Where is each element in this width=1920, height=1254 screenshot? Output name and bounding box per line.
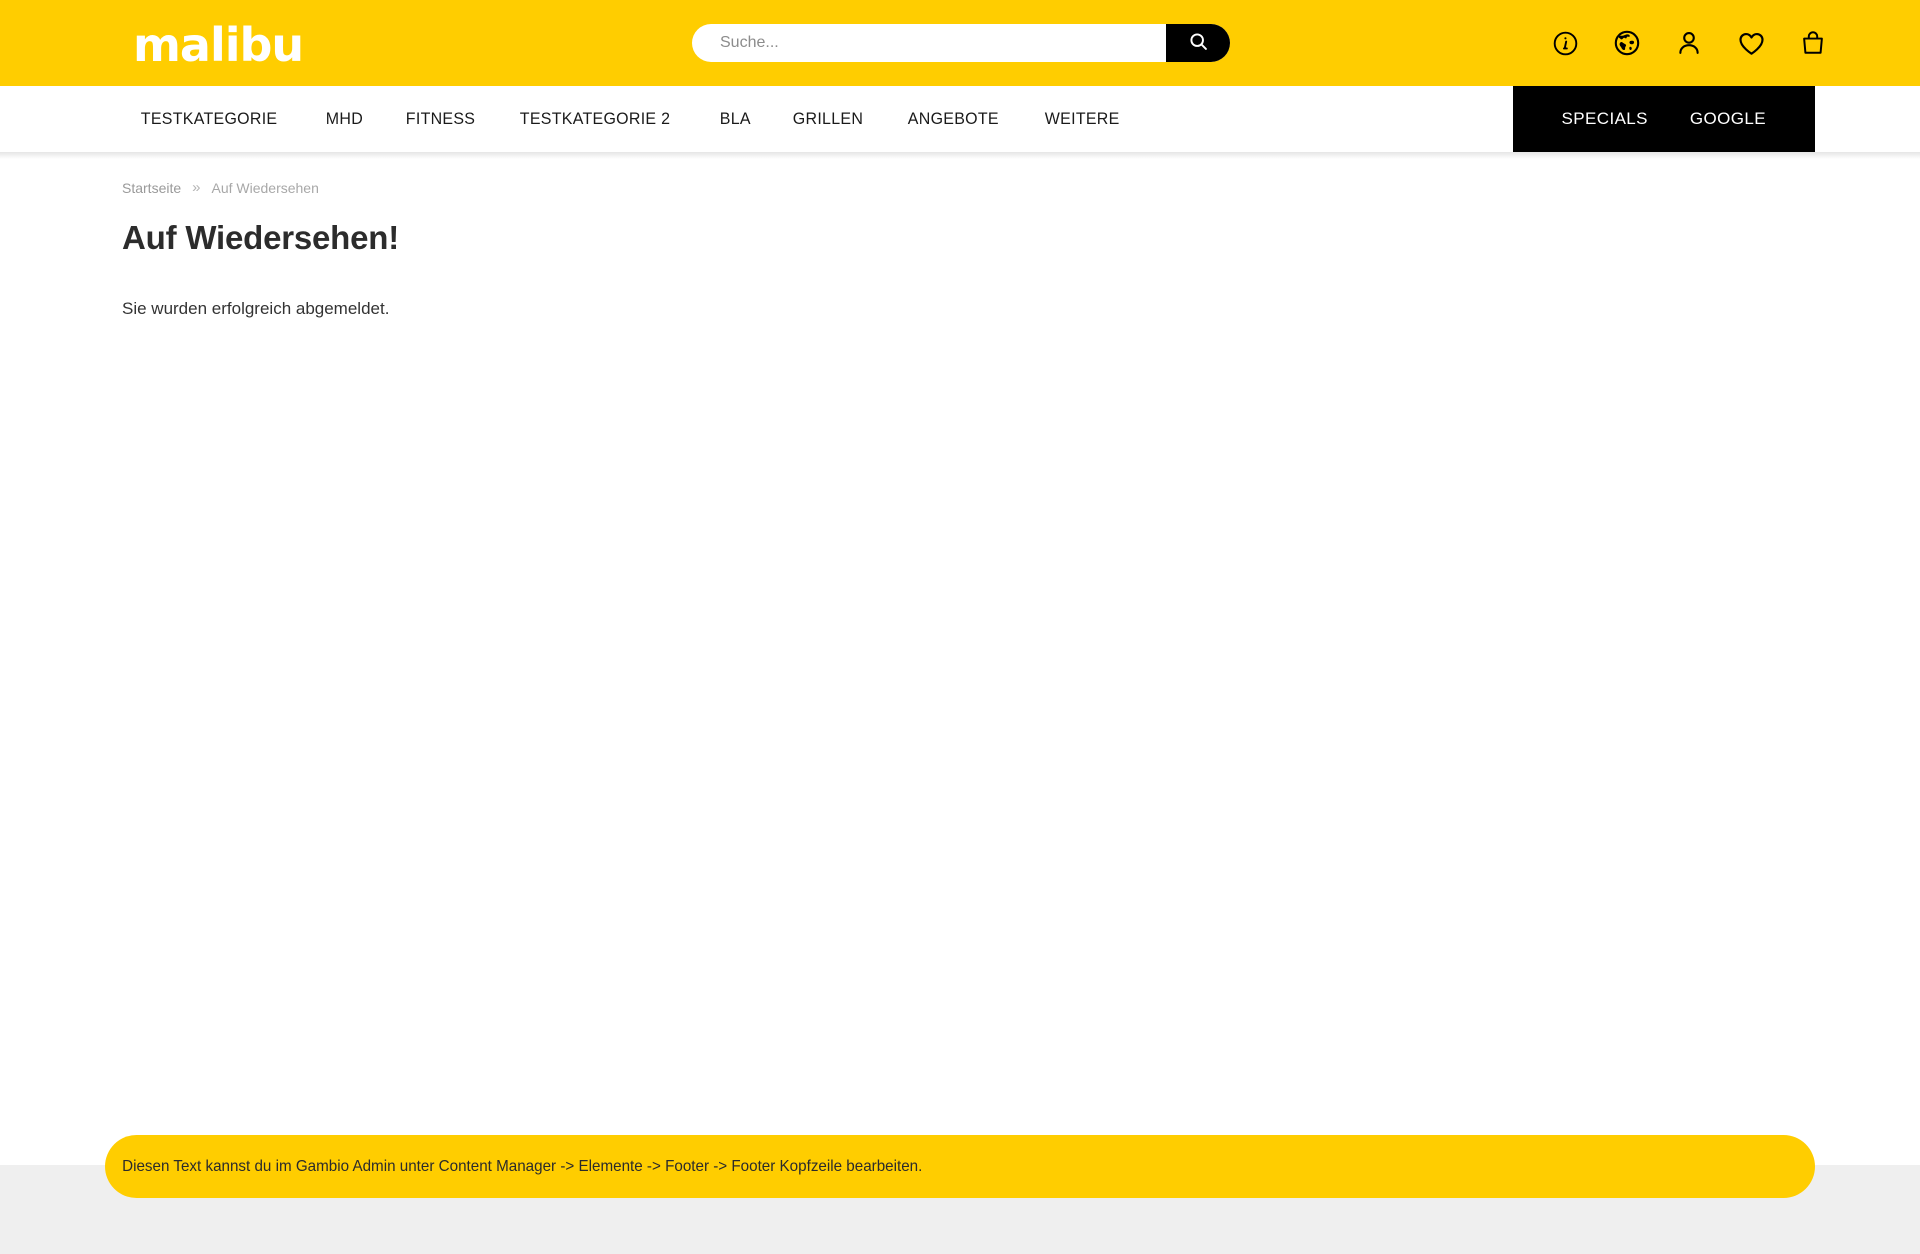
nav-item-specials[interactable]: SPECIALS <box>1541 109 1669 129</box>
nav-item-angebote[interactable]: ANGEBOTE <box>889 109 1018 129</box>
nav-item-weitere[interactable]: WEITERE <box>1026 109 1138 129</box>
nav-item-google[interactable]: GOOGLE <box>1669 109 1787 129</box>
main-content: Startseite » Auf Wiedersehen Auf Wieders… <box>0 159 1920 1135</box>
main-navigation: TESTKATEGORIE MHD FITNESS TESTKATEGORIE … <box>0 86 1920 152</box>
account-icon[interactable] <box>1674 28 1704 58</box>
page-title: Auf Wiedersehen! <box>122 219 400 256</box>
nav-item-testkategorie[interactable]: TESTKATEGORIE <box>122 109 296 129</box>
search-submit-button[interactable] <box>1166 24 1230 62</box>
nav-item-grillen[interactable]: GRILLEN <box>774 109 882 129</box>
nav-item-fitness[interactable]: FITNESS <box>387 109 494 129</box>
breadcrumb-current: Auf Wiedersehen <box>211 179 319 196</box>
breadcrumb-home-link[interactable]: Startseite <box>122 180 181 196</box>
search-bar <box>692 24 1230 62</box>
logout-confirmation-message: Sie wurden erfolgreich abgemeldet. <box>122 299 390 318</box>
header-icon-group <box>1550 20 1828 66</box>
info-icon[interactable] <box>1550 28 1580 58</box>
nav-item-mhd[interactable]: MHD <box>307 109 382 129</box>
wishlist-heart-icon[interactable] <box>1736 28 1766 58</box>
search-input[interactable] <box>692 24 1230 62</box>
nav-highlight-group: SPECIALS GOOGLE <box>1512 86 1815 152</box>
nav-item-testkategorie-2[interactable]: TESTKATEGORIE 2 <box>501 109 689 129</box>
cart-bag-icon[interactable] <box>1798 28 1828 58</box>
nav-item-bla[interactable]: BLA <box>701 109 770 129</box>
nav-items: TESTKATEGORIE MHD FITNESS TESTKATEGORIE … <box>122 86 1145 152</box>
site-header: malibu <box>0 0 1920 86</box>
globe-icon[interactable] <box>1612 28 1642 58</box>
site-logo[interactable]: malibu <box>133 22 304 68</box>
breadcrumb-separator-icon: » <box>192 179 201 196</box>
search-icon <box>1188 31 1209 55</box>
breadcrumb: Startseite » Auf Wiedersehen <box>122 179 319 196</box>
nav-divider-shadow <box>0 152 1920 159</box>
footer-headline-banner: Diesen Text kannst du im Gambio Admin un… <box>105 1135 1815 1198</box>
footer-headline-text: Diesen Text kannst du im Gambio Admin un… <box>122 1157 923 1175</box>
